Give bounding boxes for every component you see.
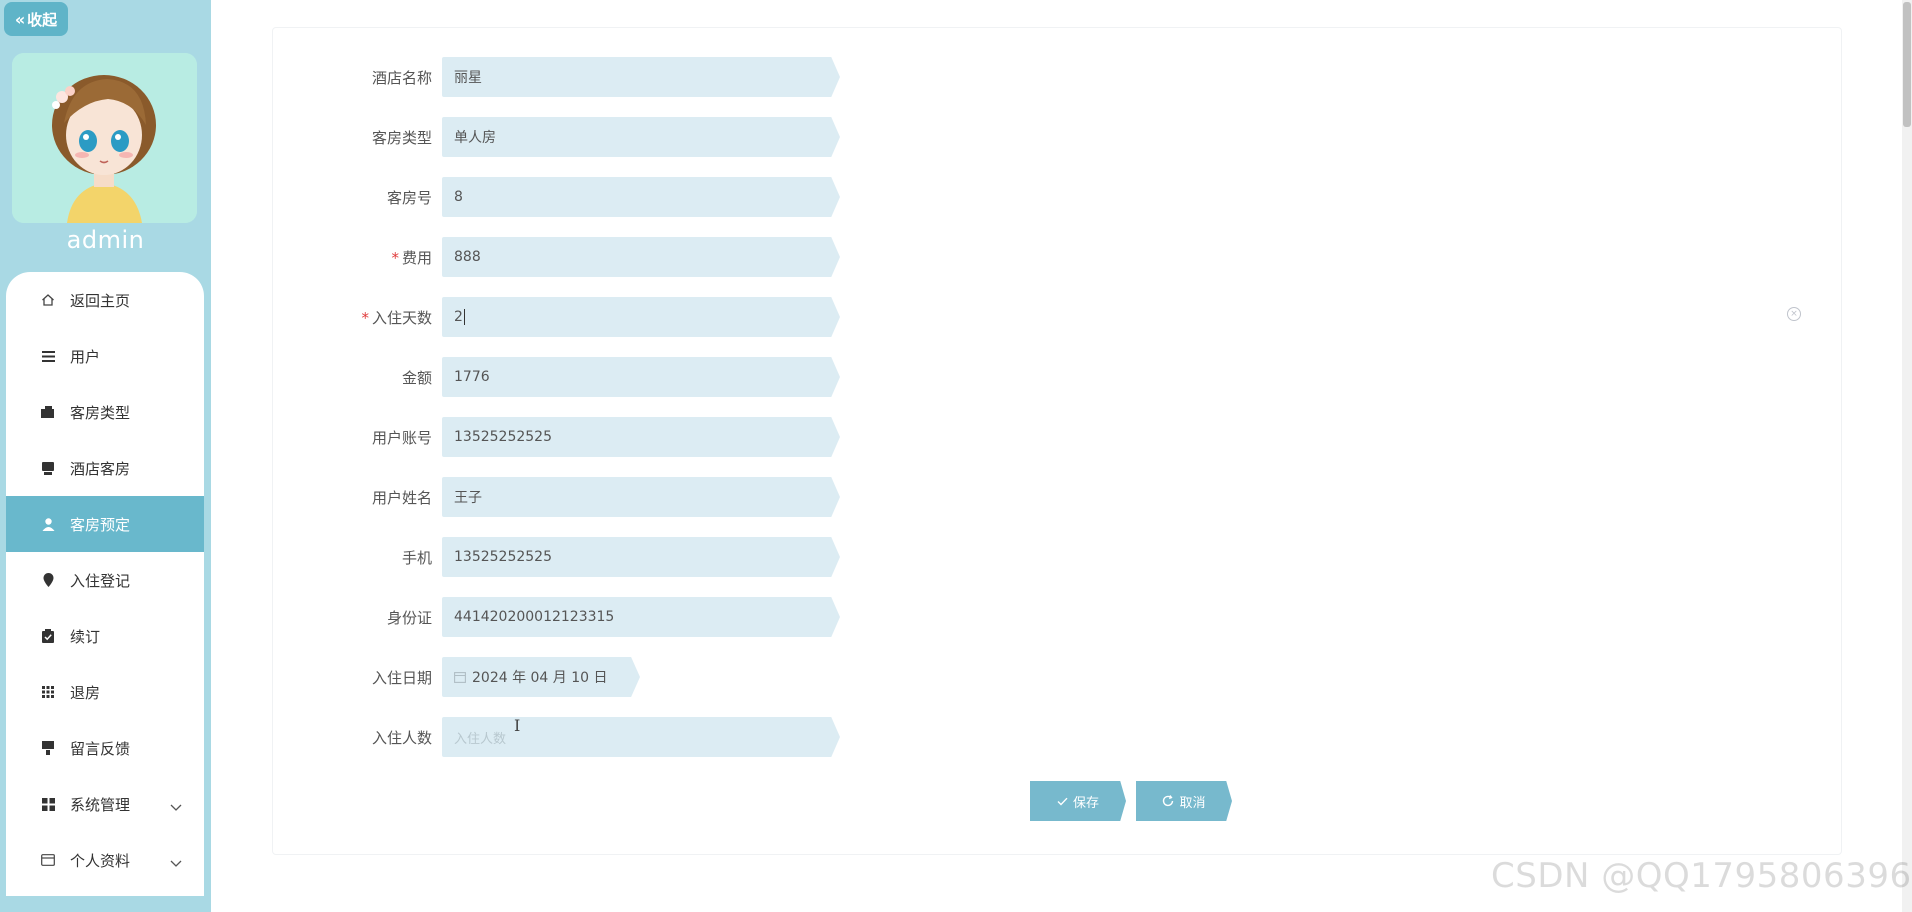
sidebar-item-room-types[interactable]: 客房类型 [6,384,204,440]
grid-icon [38,682,58,702]
days-input[interactable]: 2 [442,297,840,337]
sidebar-item-label: 酒店客房 [70,459,131,478]
list-icon [38,346,58,366]
save-button[interactable]: 保存 [1030,781,1126,821]
form-row-room-type: 客房类型 单人房 [300,117,840,157]
sidebar-item-label: 用户 [70,347,101,366]
fee-input[interactable]: 888 [442,237,840,277]
user-name-label: 用户姓名 [371,488,432,507]
sidebar-item-label: 续订 [70,627,101,646]
user-icon [38,514,58,534]
card-icon [38,850,58,870]
refresh-icon [1162,795,1174,807]
avatar-illustration [12,53,197,223]
required-mark: * [361,308,369,327]
fee-label-text: 费用 [401,248,432,267]
sidebar-item-hotel-rooms[interactable]: 酒店客房 [6,440,204,496]
scrollbar-thumb[interactable] [1903,2,1911,127]
sidebar-item-users[interactable]: 用户 [6,328,204,384]
guests-input[interactable]: 入住人数 [442,717,840,757]
room-type-input[interactable]: 单人房 [442,117,840,157]
message-icon [38,738,58,758]
phone-input[interactable]: 13525252525 [442,537,840,577]
amount-label: 金额 [401,368,432,387]
sidebar-item-label: 退房 [70,683,101,702]
id-card-input[interactable]: 441420200012123315 [442,597,840,637]
sidebar: « 收起 admin 返回主页 用户 客房类型 酒店客房 客房预定 入住登记 续… [0,0,211,912]
sidebar-item-label: 系统管理 [70,795,131,814]
phone-label: 手机 [401,548,432,567]
save-label: 保存 [1072,795,1099,811]
cancel-button[interactable]: 取消 [1136,781,1232,821]
amount-input[interactable]: 1776 [442,357,840,397]
form-row-user-name: 用户姓名 王子 [300,477,840,517]
days-label: * 入住天数 [300,307,442,328]
required-mark: * [391,248,399,267]
sidebar-item-feedback[interactable]: 留言反馈 [6,720,204,776]
room-no-input[interactable]: 8 [442,177,840,217]
home-icon [38,290,58,310]
check-icon [1057,797,1068,806]
sidebar-item-home[interactable]: 返回主页 [6,272,204,328]
cancel-label: 取消 [1179,795,1206,811]
user-name-input[interactable]: 王子 [442,477,840,517]
account-label: 用户账号 [371,428,432,447]
sidebar-menu: 返回主页 用户 客房类型 酒店客房 客房预定 入住登记 续订 退房 留言反馈 系… [6,272,204,896]
sidebar-item-label: 客房类型 [70,403,131,422]
checkin-date-value: 2024 年 04 月 10 日 [472,670,608,686]
username: admin [66,226,145,254]
chevron-down-icon [170,854,182,872]
vertical-scrollbar[interactable] [1902,0,1912,912]
sidebar-item-label: 客房预定 [70,515,131,534]
collapse-button[interactable]: « 收起 [4,2,68,36]
checkin-date-label: 入住日期 [371,668,432,687]
wallet-icon [38,402,58,422]
printer-icon [38,458,58,478]
account-input[interactable]: 13525252525 [442,417,840,457]
watermark: CSDN @QQ1795806396 [1491,856,1912,896]
sidebar-item-label: 留言反馈 [70,739,131,758]
id-card-label: 身份证 [386,608,432,627]
form-row-guests: 入住人数 入住人数 [300,717,840,757]
sidebar-item-checkout[interactable]: 退房 [6,664,204,720]
sidebar-item-label: 个人资料 [70,851,131,870]
avatar [12,53,197,223]
text-caret [463,309,465,325]
chevron-down-icon [170,798,182,816]
form-row-id-card: 身份证 441420200012123315 [300,597,840,637]
collapse-label: 收起 [27,10,58,29]
form-row-phone: 手机 13525252525 [300,537,840,577]
location-icon [38,570,58,590]
sidebar-item-renewal[interactable]: 续订 [6,608,204,664]
days-label-text: 入住天数 [371,308,432,327]
apps-icon [38,794,58,814]
form-row-account: 用户账号 13525252525 [300,417,840,457]
sidebar-item-system-management[interactable]: 系统管理 [6,776,204,832]
form-row-checkin-date: 入住日期 2024 年 04 月 10 日 [300,657,640,697]
form-row-amount: 金额 1776 [300,357,840,397]
checkin-date-picker[interactable]: 2024 年 04 月 10 日 [442,657,640,697]
sidebar-item-checkin[interactable]: 入住登记 [6,552,204,608]
sidebar-item-label: 入住登记 [70,571,131,590]
calendar-icon [454,671,466,683]
i-beam-cursor-icon: I [514,716,521,735]
form-row-hotel-name: 酒店名称 丽星 [300,57,840,97]
sidebar-item-room-booking[interactable]: 客房预定 [6,496,204,552]
room-type-label: 客房类型 [371,128,432,147]
sidebar-item-profile[interactable]: 个人资料 [6,832,204,888]
form-row-room-no: 客房号 8 [300,177,840,217]
room-no-label: 客房号 [386,188,432,207]
clear-icon[interactable]: × [1787,307,1801,321]
guests-label: 入住人数 [371,728,432,747]
fee-label: * 费用 [300,247,442,268]
double-chevron-left-icon: « [14,9,26,29]
hotel-name-label: 酒店名称 [371,68,432,87]
days-input-value: 2 [454,309,463,325]
sidebar-item-label: 返回主页 [70,291,131,310]
hotel-name-input[interactable]: 丽星 [442,57,840,97]
clipboard-check-icon [38,626,58,646]
form-row-fee: * 费用 888 [300,237,840,277]
form-row-days: * 入住天数 2 [300,297,840,337]
